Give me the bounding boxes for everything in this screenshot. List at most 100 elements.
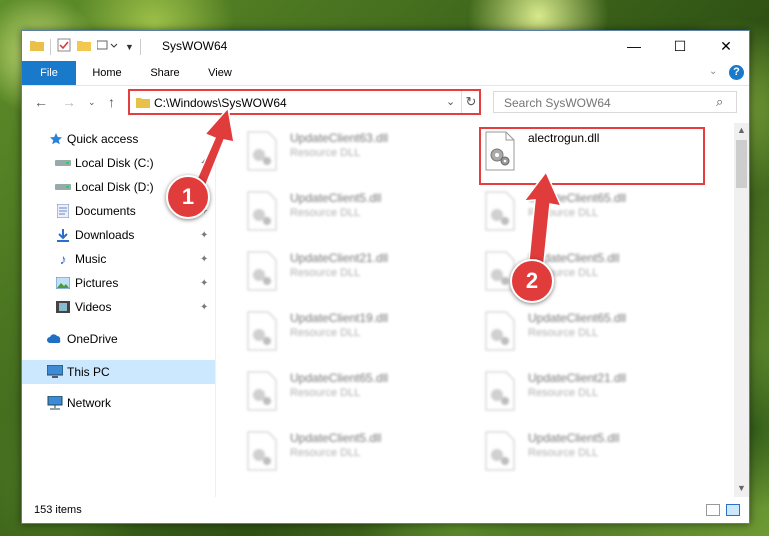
nav-item-label: This PC [67, 365, 110, 379]
file-type: Resource DLL [290, 447, 361, 459]
toolbar-separator [50, 38, 51, 55]
search-box[interactable]: ⌕ [493, 91, 737, 113]
file-name: UpdateClient21.dll [528, 371, 627, 385]
file-item[interactable]: UpdateClient5.dll Resource DLL [240, 425, 470, 477]
dropdown-arrow-icon[interactable]: ▼ [125, 42, 134, 52]
pin-icon[interactable]: ✦ [200, 230, 208, 241]
nav-item-pictures[interactable]: Pictures ✦ [22, 272, 215, 294]
forward-arrow-icon[interactable]: → [62, 94, 76, 110]
address-path: C:\Windows\SysWOW64 [154, 96, 287, 110]
file-type: Resource DLL [528, 207, 599, 219]
nav-item-onedrive[interactable]: OneDrive [22, 328, 215, 350]
file-list: UpdateClient63.dll Resource DLL UpdateCl… [216, 123, 734, 497]
nav-item-label: Quick access [67, 132, 139, 146]
nav-item-music[interactable]: ♪ Music ✦ [22, 248, 215, 270]
nav-item-local-disk-c[interactable]: Local Disk (C:) ✦ [22, 152, 215, 174]
scroll-up-icon[interactable]: ▲ [737, 125, 746, 135]
tab-home[interactable]: Home [82, 61, 132, 85]
nav-item-label: Pictures [75, 276, 119, 290]
nav-item-quick-access[interactable]: Quick access [22, 128, 215, 150]
minimize-button[interactable]: — [611, 31, 657, 61]
address-row: ← → ⌄ ↑ C:\Windows\SysWOW64 ⌄ ↻ ⌕ [22, 86, 749, 120]
help-icon[interactable]: ? [729, 65, 744, 80]
tab-view[interactable]: View [196, 61, 244, 85]
window-title: SysWOW64 [162, 39, 228, 53]
pin-icon[interactable]: ✦ [200, 254, 208, 265]
file-item[interactable]: UpdateClient5.dll Resource DLL [240, 185, 470, 237]
file-item[interactable]: UpdateClient65.dll Resource DLL [240, 365, 470, 417]
drive-icon [54, 154, 72, 172]
file-item[interactable]: UpdateClient5.dll Resource DLL [478, 425, 708, 477]
file-name: UpdateClient19.dll [290, 311, 389, 325]
file-name: UpdateClient65.dll [528, 191, 627, 205]
music-icon: ♪ [59, 251, 67, 267]
pin-icon[interactable]: ✦ [200, 302, 208, 313]
star-icon [47, 130, 65, 148]
file-item[interactable]: UpdateClient21.dll Resource DLL [478, 365, 708, 417]
properties-icon[interactable] [57, 38, 71, 55]
details-view-icon[interactable] [706, 504, 720, 516]
dll-file-icon [247, 131, 277, 171]
file-name: UpdateClient65.dll [528, 311, 627, 325]
nav-item-downloads[interactable]: Downloads ✦ [22, 224, 215, 246]
tab-file[interactable]: File [22, 61, 76, 85]
search-icon[interactable]: ⌕ [716, 94, 723, 110]
file-item-alectrogun[interactable]: alectrogun.dll [478, 125, 708, 177]
scroll-down-icon[interactable]: ▼ [737, 483, 746, 493]
scrollbar-thumb[interactable] [736, 140, 747, 188]
file-type: Resource DLL [290, 387, 361, 399]
file-type: Resource DLL [290, 267, 361, 279]
file-name: UpdateClient5.dll [290, 431, 382, 445]
folder-icon [136, 96, 150, 111]
drive-icon [54, 178, 72, 196]
file-item[interactable]: UpdateClient19.dll Resource DLL [240, 305, 470, 357]
ribbon-tabs: File Home Share View ⌄ ? [22, 61, 749, 86]
file-name: UpdateClient65.dll [290, 371, 389, 385]
recent-locations-icon[interactable]: ⌄ [88, 97, 96, 108]
dll-file-icon [485, 371, 515, 411]
dll-file-icon [485, 431, 515, 471]
search-input[interactable] [502, 95, 706, 111]
file-name: alectrogun.dll [528, 131, 600, 145]
cloud-icon [46, 330, 64, 348]
customize-toolbar-icon[interactable] [96, 39, 119, 54]
file-item[interactable]: UpdateClient65.dll Resource DLL [478, 305, 708, 357]
file-name: UpdateClient5.dll [528, 431, 620, 445]
file-type: Resource DLL [290, 147, 361, 159]
file-name: UpdateClient5.dll [290, 191, 382, 205]
close-button[interactable]: ✕ [703, 31, 749, 61]
refresh-icon[interactable]: ↻ [461, 91, 480, 113]
pin-icon[interactable]: ✦ [200, 158, 208, 169]
dll-file-icon [485, 131, 515, 171]
file-name: UpdateClient63.dll [290, 131, 389, 145]
file-item[interactable]: UpdateClient21.dll Resource DLL [240, 245, 470, 297]
nav-item-label: Videos [75, 300, 112, 314]
item-count: 153 items [34, 504, 82, 516]
expand-ribbon-icon[interactable]: ⌄ [709, 66, 717, 77]
nav-item-label: Local Disk (C:) [75, 156, 154, 170]
nav-item-this-pc[interactable]: This PC [22, 360, 215, 384]
file-explorer-window: ▼ SysWOW64 — ☐ ✕ File Home Share View ⌄ … [21, 30, 750, 524]
address-dropdown-icon[interactable]: ⌄ [446, 95, 455, 108]
network-icon [46, 394, 64, 412]
nav-item-label: Documents [75, 204, 136, 218]
address-bar[interactable]: C:\Windows\SysWOW64 ⌄ ↻ [128, 89, 481, 115]
up-arrow-icon[interactable]: ↑ [108, 94, 115, 110]
large-icons-view-icon[interactable] [726, 504, 740, 516]
maximize-button[interactable]: ☐ [657, 31, 703, 61]
pin-icon[interactable]: ✦ [200, 278, 208, 289]
nav-item-label: Network [67, 396, 112, 410]
dll-file-icon [247, 251, 277, 291]
nav-item-videos[interactable]: Videos ✦ [22, 296, 215, 318]
nav-item-network[interactable]: Network [22, 392, 215, 414]
new-folder-icon[interactable] [77, 39, 91, 54]
file-item[interactable]: UpdateClient65.dll Resource DLL [478, 185, 708, 237]
vertical-scrollbar[interactable]: ▲ ▼ [734, 123, 749, 497]
tab-share[interactable]: Share [140, 61, 190, 85]
file-item[interactable]: UpdateClient63.dll Resource DLL [240, 125, 470, 177]
download-icon [54, 226, 72, 244]
back-arrow-icon[interactable]: ← [34, 94, 48, 110]
nav-item-label: Music [75, 252, 107, 266]
status-bar: 153 items [22, 499, 749, 523]
step-badge-1: 1 [166, 175, 210, 219]
